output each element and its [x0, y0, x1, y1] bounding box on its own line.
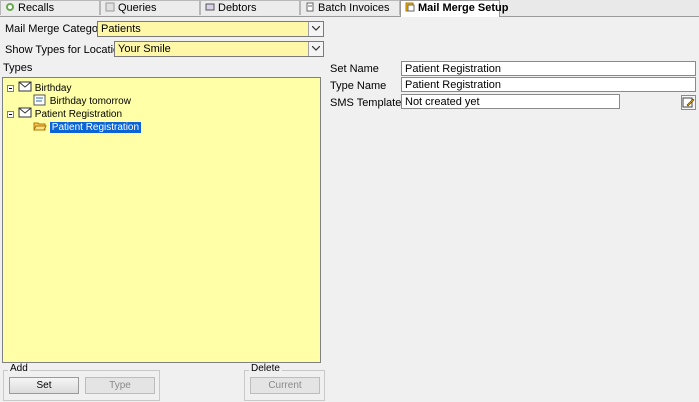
delete-current-button[interactable]: Current: [250, 377, 320, 394]
tree-node-patient-registration-type[interactable]: Patient Registration: [33, 120, 143, 134]
edit-template-icon: [682, 97, 695, 108]
tab-mail-merge-setup[interactable]: Mail Merge Setup: [400, 0, 508, 17]
category-dropdown-button[interactable]: [308, 22, 323, 36]
location-value: Your Smile: [118, 43, 171, 55]
tree-node-birthday[interactable]: Birthday: [18, 81, 71, 94]
type-name-field[interactable]: Patient Registration: [401, 77, 696, 92]
location-select[interactable]: Your Smile: [114, 41, 324, 57]
set-name-field[interactable]: Patient Registration: [401, 61, 696, 76]
tab-label: Mail Merge Setup: [418, 2, 509, 14]
tab-label: Batch Invoices: [318, 2, 390, 14]
type-name-value: Patient Registration: [405, 79, 501, 91]
delete-group-title: Delete: [249, 363, 282, 374]
category-label: Mail Merge Category: [5, 23, 108, 35]
tab-label: Recalls: [18, 2, 55, 14]
add-group-title: Add: [8, 363, 30, 374]
chevron-down-icon: [312, 46, 320, 51]
delete-group: Delete Current: [244, 363, 325, 401]
tab-queries[interactable]: Queries: [100, 0, 200, 15]
chevron-down-icon: [312, 26, 320, 31]
tree-node-patient-registration[interactable]: Patient Registration: [18, 107, 122, 120]
sms-template-label: SMS Template: [330, 97, 402, 109]
tab-debtors[interactable]: Debtors: [200, 0, 300, 15]
category-value: Patients: [101, 23, 141, 35]
set-name-value: Patient Registration: [405, 63, 501, 75]
tab-bar: Recalls Queries Debtors Batch Invoices M…: [0, 0, 699, 17]
location-dropdown-button[interactable]: [308, 42, 323, 56]
tree-node-label: Patient Registration: [34, 109, 123, 120]
debtors-icon: [205, 3, 215, 11]
mail-type-icon: [33, 94, 46, 106]
tab-label: Queries: [118, 2, 157, 14]
queries-icon: [105, 2, 115, 12]
sms-template-value: Not created yet: [405, 96, 480, 108]
category-select[interactable]: Patients: [97, 21, 324, 37]
collapse-toggle[interactable]: [7, 111, 14, 118]
tree-node-birthday-tomorrow[interactable]: Birthday tomorrow: [33, 94, 131, 107]
add-type-button[interactable]: Type: [85, 377, 155, 394]
mail-merge-icon: [405, 2, 415, 12]
recalls-icon: [6, 3, 14, 11]
tab-recalls[interactable]: Recalls: [0, 0, 100, 15]
collapse-toggle[interactable]: [7, 85, 14, 92]
set-name-label: Set Name: [330, 63, 379, 75]
tab-label: Debtors: [218, 2, 257, 14]
batch-invoices-icon: [306, 2, 314, 12]
types-tree[interactable]: Birthday Birthday tomorrow Patient Regis…: [2, 77, 321, 363]
tree-node-label: Birthday: [34, 83, 72, 94]
tab-batch-invoices[interactable]: Batch Invoices: [300, 0, 400, 15]
types-label: Types: [3, 62, 33, 74]
edit-sms-template-button[interactable]: [681, 95, 696, 110]
type-name-label: Type Name: [330, 80, 387, 92]
mail-set-icon: [18, 81, 32, 92]
open-folder-icon: [33, 122, 47, 131]
add-set-button[interactable]: Set: [9, 377, 79, 394]
add-group: Add Set Type: [3, 363, 160, 401]
location-label: Show Types for Location: [5, 44, 126, 56]
tree-node-label-selected: Patient Registration: [48, 121, 143, 134]
tree-node-label: Birthday tomorrow: [49, 96, 131, 107]
mail-set-icon: [18, 107, 32, 118]
sms-template-field[interactable]: Not created yet: [401, 94, 620, 109]
